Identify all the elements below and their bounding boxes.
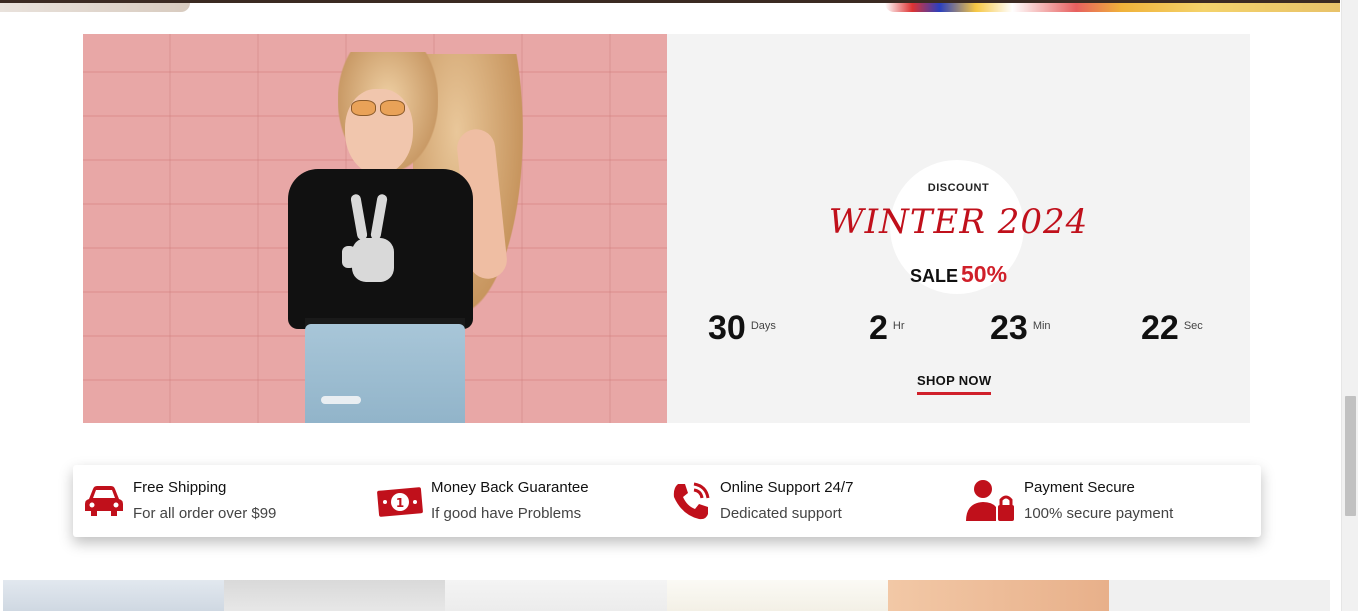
model-jeans — [305, 324, 465, 423]
countdown-seconds-unit: Sec — [1183, 320, 1203, 332]
jeans-rip — [321, 396, 361, 404]
model-photo — [83, 34, 667, 423]
feature-subtitle: 100% secure payment — [1024, 505, 1174, 522]
promo-title: WINTER 2024 — [828, 202, 1089, 242]
product-thumb[interactable] — [888, 580, 1109, 611]
countdown-days-unit: Days — [750, 320, 776, 332]
money-icon: 1 — [377, 483, 423, 519]
feature-subtitle: Dedicated support — [720, 505, 842, 522]
discount-label: DISCOUNT — [927, 182, 990, 194]
promo-info: DISCOUNT WINTER 2024 SALE 50% 30 Days 2 H… — [667, 34, 1250, 423]
feature-title: Free Shipping — [133, 479, 227, 496]
product-image-row — [3, 580, 1330, 611]
phone-icon — [670, 480, 712, 522]
sunglasses — [351, 100, 405, 116]
previous-section-image-left — [0, 3, 190, 12]
features-bar: Free Shipping For all order over $99 1 M… — [73, 465, 1261, 537]
feature-subtitle: If good have Problems — [431, 505, 582, 522]
feature-title: Online Support 24/7 — [720, 479, 854, 496]
countdown-hours-value: 2 — [869, 309, 888, 347]
scrollbar-thumb[interactable] — [1345, 396, 1356, 516]
countdown-days: 30 Days — [708, 308, 776, 348]
countdown-seconds: 22 Sec — [1141, 308, 1203, 348]
countdown-minutes: 23 Min — [990, 308, 1051, 348]
car-icon — [83, 483, 125, 519]
product-thumb[interactable] — [224, 580, 445, 611]
countdown-timer: 30 Days 2 Hr 23 Min 22 Sec — [667, 308, 1250, 352]
countdown-days-value: 30 — [708, 309, 746, 347]
feature-online-support: Online Support 24/7 Dedicated support — [670, 465, 853, 537]
countdown-minutes-value: 23 — [990, 309, 1028, 347]
product-thumb[interactable] — [445, 580, 667, 611]
countdown-minutes-unit: Min — [1032, 320, 1051, 332]
countdown-hours-unit: Hr — [892, 320, 905, 332]
shop-now-link[interactable]: SHOP NOW — [917, 373, 992, 395]
product-thumb[interactable] — [3, 580, 224, 611]
feature-payment-secure: Payment Secure 100% secure payment — [964, 465, 1173, 537]
sale-percent: 50% — [960, 261, 1008, 287]
previous-section-image-right — [885, 3, 1340, 12]
product-thumb[interactable] — [1109, 580, 1330, 611]
page: DISCOUNT WINTER 2024 SALE 50% 30 Days 2 H… — [0, 0, 1358, 611]
svg-text:1: 1 — [396, 496, 404, 510]
promo-banner: DISCOUNT WINTER 2024 SALE 50% 30 Days 2 H… — [83, 34, 1250, 423]
feature-money-back: 1 Money Back Guarantee If good have Prob… — [377, 465, 589, 537]
skeleton-hand-print — [342, 193, 408, 304]
top-slider-remnant — [0, 0, 1340, 12]
feature-title: Money Back Guarantee — [431, 479, 589, 496]
sale-label: SALE — [909, 266, 958, 286]
sale-line: SALE 50% — [667, 261, 1250, 288]
countdown-hours: 2 Hr — [869, 308, 905, 348]
vertical-scrollbar[interactable] — [1341, 0, 1358, 611]
feature-free-shipping: Free Shipping For all order over $99 — [83, 465, 276, 537]
feature-title: Payment Secure — [1024, 479, 1135, 496]
product-thumb[interactable] — [667, 580, 888, 611]
user-lock-icon — [964, 479, 1016, 523]
countdown-seconds-value: 22 — [1141, 309, 1179, 347]
feature-subtitle: For all order over $99 — [133, 505, 277, 522]
